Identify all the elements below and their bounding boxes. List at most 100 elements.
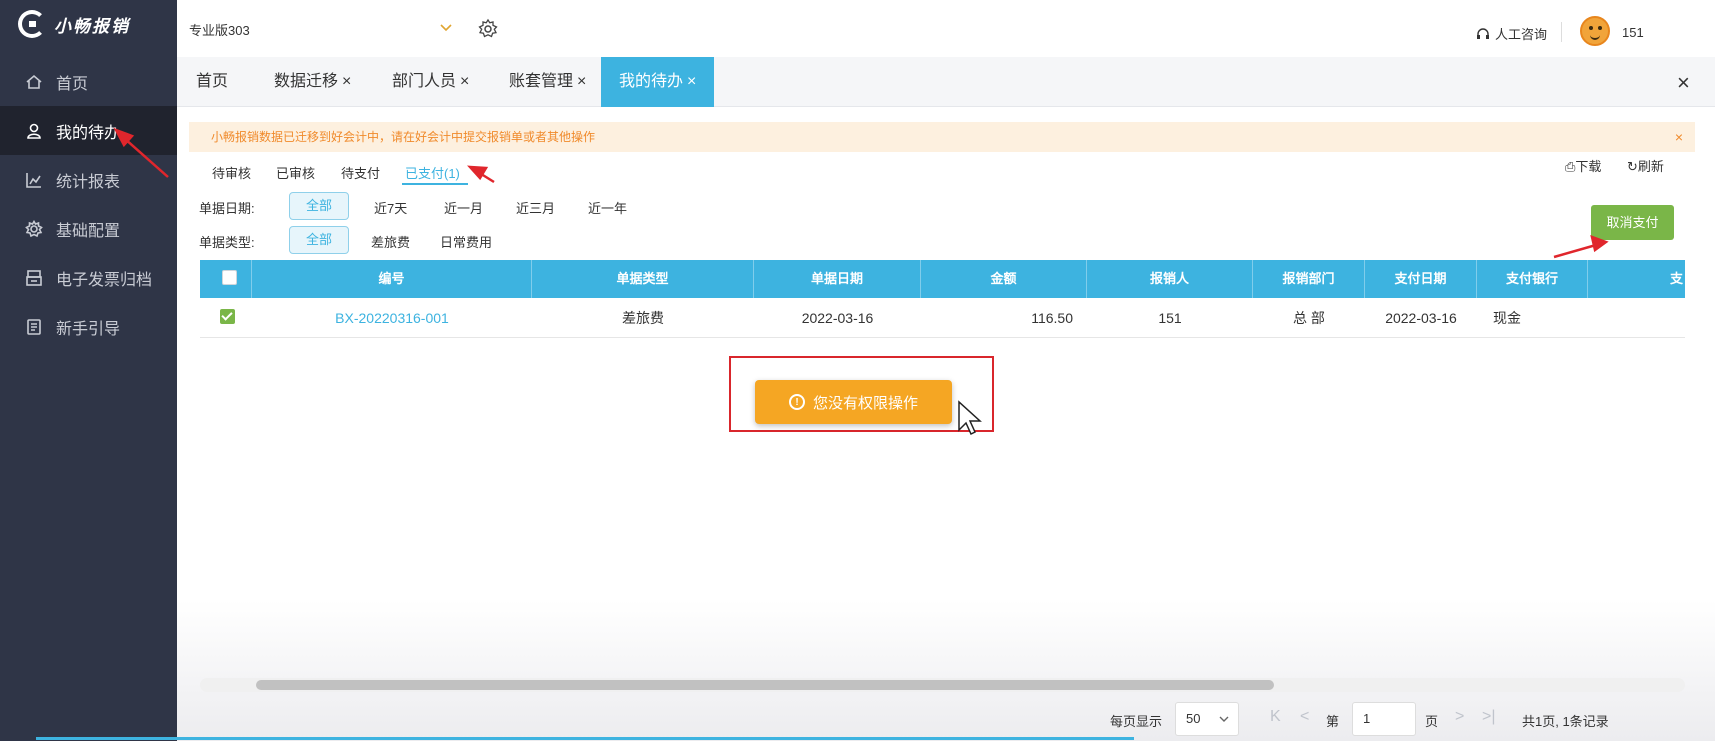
tab-department-staff[interactable]: 部门人员 × [392,57,469,107]
sidebar-item-label: 新手引导 [56,320,121,338]
cell-type: 差旅费 [622,310,664,326]
version-selector[interactable]: 专业版303 [189,20,250,39]
status-tab-pending-payment[interactable]: 待支付 [341,163,380,182]
cell-date: 2022-03-16 [801,310,874,326]
consult-label: 人工咨询 [1495,27,1548,42]
tab-label: 账套管理 [509,73,574,90]
close-icon[interactable]: × [687,73,696,90]
logo-icon [18,10,46,38]
settings-icon[interactable] [477,18,499,40]
close-icon[interactable]: × [460,73,469,90]
cell-dept: 总 部 [1293,310,1325,326]
close-all-tabs-icon[interactable]: × [1677,70,1690,96]
close-icon[interactable]: × [577,73,586,90]
date-filter-all[interactable]: 全部 [289,192,349,220]
sidebar-item-guide[interactable]: 新手引导 [0,302,177,351]
next-page-button[interactable]: > [1455,708,1464,726]
tab-label: 部门人员 [392,73,457,90]
cancel-payment-button[interactable]: 取消支付 [1591,205,1674,240]
sidebar-item-label: 首页 [56,75,89,93]
sidebar-item-label: 统计报表 [56,173,121,191]
download-icon: ⎙ [1565,159,1576,174]
date-filter-1year[interactable]: 近一年 [588,198,627,217]
sidebar-item-home[interactable]: 首页 [0,57,177,106]
sidebar-item-invoice-archive[interactable]: 电子发票归档 [0,253,177,302]
date-filter-1month[interactable]: 近一月 [444,198,483,217]
user-name[interactable]: 151 [1622,25,1644,40]
tab-home[interactable]: 首页 [196,57,228,107]
refresh-label: 刷新 [1637,159,1664,174]
chevron-down-icon[interactable] [437,18,455,36]
tab-label: 我的待办 [619,73,684,90]
cell-id[interactable]: BX-20220316-001 [252,298,532,338]
sidebar-item-label: 我的待办 [56,124,121,142]
logo-text: 小畅报销 [54,16,130,36]
status-tab-reviewed[interactable]: 已审核 [276,163,315,182]
type-filter-all[interactable]: 全部 [289,226,349,254]
tab-account-management[interactable]: 账套管理 × [509,57,586,107]
tab-my-tasks[interactable]: 我的待办 × [601,57,715,107]
sidebar: 小畅报销 首页 我的待办 统计报表 基础配置 电子发票归档 新手引导 [0,0,177,741]
loading-progress-bar [36,737,1134,740]
notice-text: 小畅报销数据已迁移到好会计中，请在好会计中提交报销单或者其他操作 [211,130,596,144]
sidebar-item-label: 电子发票归档 [56,271,153,289]
column-header-person[interactable]: 报销人 [1087,260,1253,298]
column-header-bank[interactable]: 支付银行 [1477,260,1588,298]
archive-icon [24,268,44,288]
column-header-id[interactable]: 编号 [252,260,532,298]
last-page-button[interactable]: >| [1482,708,1496,726]
app-logo[interactable]: 小畅报销 [18,6,130,42]
type-filter-travel[interactable]: 差旅费 [371,232,410,251]
column-header-pay-date[interactable]: 支付日期 [1365,260,1477,298]
select-all-checkbox[interactable] [222,270,237,285]
sidebar-item-reports[interactable]: 统计报表 [0,155,177,204]
scrollbar-thumb[interactable] [256,680,1274,690]
page-tabs: 首页 数据迁移 × 部门人员 × 账套管理 × 我的待办 × × [177,57,1715,107]
column-header-more[interactable]: 支 [1588,260,1685,298]
column-header-dept[interactable]: 报销部门 [1253,260,1365,298]
guide-icon [24,317,44,337]
download-button[interactable]: ⎙下载 [1565,156,1601,175]
sidebar-item-config[interactable]: 基础配置 [0,204,177,253]
user-task-icon [24,121,44,141]
first-page-button[interactable]: K [1270,708,1281,726]
home-icon [24,72,44,92]
close-icon[interactable]: × [342,73,351,90]
column-header-amount[interactable]: 金额 [921,260,1087,298]
header-divider [1561,22,1562,42]
pagination-summary: 共1页, 1条记录 [1522,714,1609,729]
page-suffix: 页 [1425,714,1439,729]
permission-toast: ! 您没有权限操作 [755,380,952,424]
refresh-icon: ↻ [1627,159,1638,174]
close-icon[interactable]: × [1675,122,1683,152]
date-filter-7days[interactable]: 近7天 [374,198,407,217]
cell-pay-date: 2022-03-16 [1385,310,1457,326]
column-header-date[interactable]: 单据日期 [754,260,921,298]
table-row[interactable]: BX-20220316-001 差旅费 2022-03-16 116.50 15… [200,298,1685,338]
type-filter-daily[interactable]: 日常费用 [440,232,492,251]
select-all-cell [200,260,252,298]
status-tab-pending-review[interactable]: 待审核 [212,163,251,182]
sidebar-item-my-tasks[interactable]: 我的待办 [0,106,177,155]
prev-page-button[interactable]: < [1300,708,1309,726]
avatar[interactable] [1580,16,1610,46]
tab-label: 首页 [196,73,229,90]
cell-person: 151 [1158,310,1182,326]
type-filter-label: 单据类型: [199,235,255,250]
per-page-label: 每页显示 [1110,714,1163,729]
toast-message: 您没有权限操作 [812,394,918,412]
top-header: 专业版303 人工咨询 151 [177,0,1715,57]
tab-data-migration[interactable]: 数据迁移 × [274,57,351,107]
consult-button[interactable]: 人工咨询 [1475,24,1547,43]
page-number-input[interactable]: 1 [1352,702,1416,736]
row-checkbox[interactable] [220,309,235,324]
date-filter-3months[interactable]: 近三月 [516,198,555,217]
headset-icon [1477,27,1489,39]
per-page-value: 50 [1186,711,1201,726]
gear-icon [24,219,44,239]
refresh-button[interactable]: ↻刷新 [1627,156,1664,175]
date-filter-label: 单据日期: [199,201,255,216]
column-header-type[interactable]: 单据类型 [532,260,754,298]
status-tab-paid[interactable]: 已支付(1) [405,163,460,182]
per-page-select[interactable]: 50 [1175,702,1239,736]
